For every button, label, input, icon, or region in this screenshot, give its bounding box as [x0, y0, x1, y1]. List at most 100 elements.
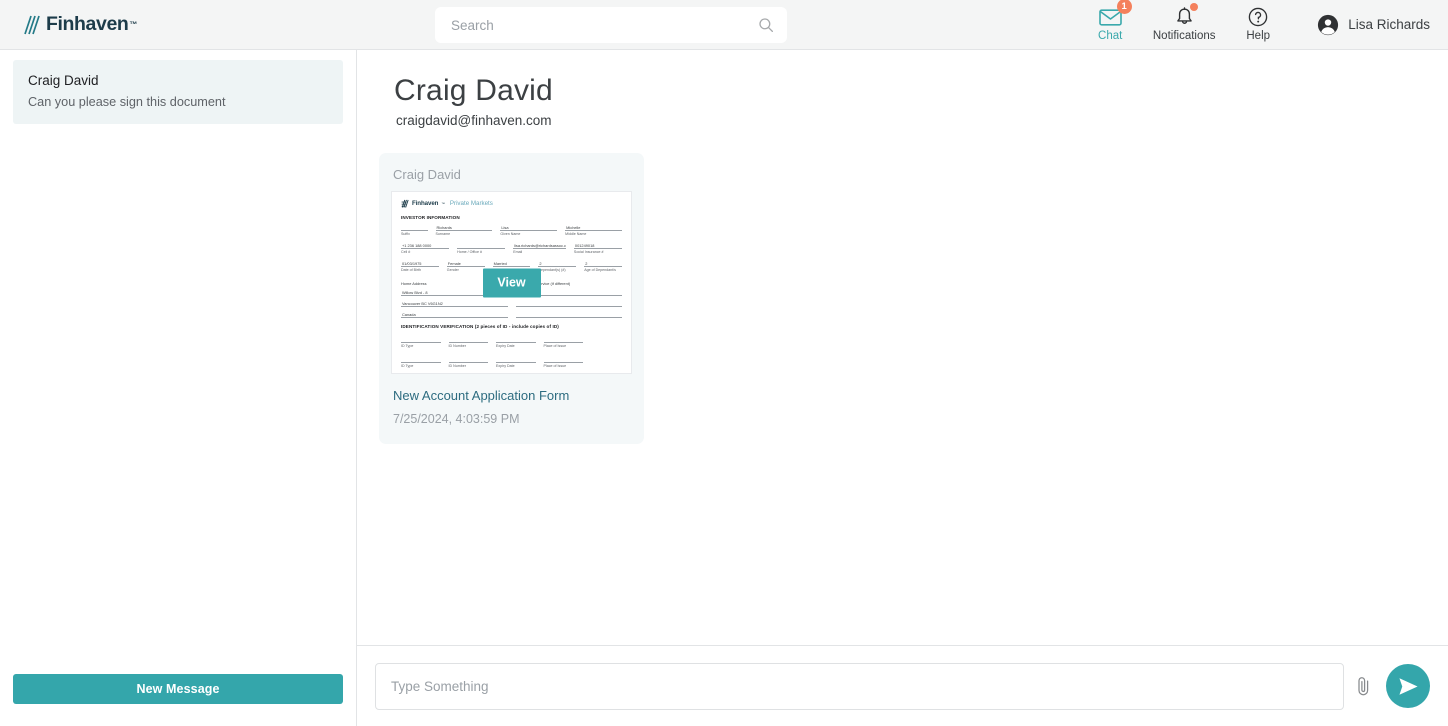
document-field-label: Surname	[435, 232, 451, 236]
page-title: Craig David	[394, 74, 553, 107]
brand-trademark: ™	[129, 20, 138, 29]
document-field: Canada	[401, 312, 508, 318]
document-field-value	[543, 337, 584, 343]
document-field-value	[515, 312, 622, 318]
list-item[interactable]: Craig David Can you please sign this doc…	[13, 60, 343, 125]
document-field: Richards Surname	[435, 225, 493, 236]
document-field-label: Given Name	[500, 232, 521, 236]
document-field: +1 236 188 0000 Cell #	[401, 243, 450, 254]
document-field-label: Home / Office #	[457, 250, 482, 254]
search-bar[interactable]	[435, 7, 787, 43]
brand-name: Finhaven	[46, 13, 129, 35]
document-address-row: Vancouver BC V6G1N2	[401, 301, 622, 307]
document-field: 01/03/1975 Date of Birth	[401, 261, 439, 272]
search-icon[interactable]	[757, 16, 775, 34]
document-field-row: +1 236 188 0000 Cell # Home / Office # l…	[401, 243, 623, 254]
document-field-value: 2	[538, 261, 577, 267]
document-field-label: Date of Birth	[401, 268, 421, 272]
question-circle-icon	[1248, 7, 1268, 27]
message-sender: Craig David	[393, 167, 461, 182]
document-brand: Finhaven ™ Private Markets	[401, 199, 622, 208]
message-composer	[357, 645, 1448, 726]
document-field-value	[457, 243, 506, 249]
document-field-value	[448, 357, 489, 363]
brand-logo[interactable]: Finhaven ™	[0, 0, 137, 49]
document-section-id: IDENTIFICATION VERIFICATION (2 pieces of…	[401, 324, 559, 329]
document-field-value: +1 236 188 0000	[401, 243, 450, 249]
app-header: Finhaven™ 1 Chat	[0, 0, 1448, 50]
message-input[interactable]	[375, 662, 1344, 710]
user-menu[interactable]: Lisa Richards	[1317, 14, 1430, 36]
document-field: ID Type	[401, 357, 441, 368]
contact-email: craigdavid@finhaven.com	[396, 113, 552, 128]
document-brand-tm: ™	[441, 201, 445, 206]
document-field-value: 01/03/1975	[401, 261, 439, 267]
document-field-label: Age of Dependant/s	[584, 268, 616, 272]
message-thread: Craig David craigdavid@finhaven.com Crai…	[357, 50, 1448, 645]
notifications-badge-dot	[1189, 3, 1198, 12]
document-field: 001249018 Social Insurance #	[573, 243, 623, 254]
new-message-button[interactable]: New Message	[13, 674, 343, 704]
attachment-timestamp: 7/25/2024, 4:03:59 PM	[393, 412, 520, 426]
help-icon-wrap	[1248, 6, 1268, 28]
send-icon	[1398, 677, 1418, 695]
document-field: Place of Issue	[543, 337, 584, 348]
conversation-list: Craig David Can you please sign this doc…	[0, 50, 356, 674]
header-actions: 1 Chat Notifications Help Lisa Richards	[1073, 0, 1448, 49]
document-field-value: Michelle	[565, 225, 622, 231]
user-name: Lisa Richards	[1348, 17, 1430, 32]
document-field-label: ID Number	[448, 344, 466, 348]
document-field: ID Type	[401, 337, 441, 348]
account-circle-icon	[1318, 14, 1339, 35]
document-field-value: 001249018	[573, 243, 623, 249]
attachment-title[interactable]: New Account Application Form	[379, 374, 644, 403]
send-message-button[interactable]	[1386, 664, 1430, 708]
document-field-label: Expiry Date	[496, 364, 515, 368]
nav-help[interactable]: Help	[1221, 0, 1295, 50]
document-field: 2 Dependant(s) (#)	[538, 261, 577, 272]
document-field-value: Lisa	[500, 225, 558, 231]
document-field-value	[401, 337, 441, 343]
document-field: lisa.richards@richardsassoc.c Email	[513, 243, 566, 254]
document-field-value	[496, 357, 536, 363]
attach-file-button[interactable]	[1344, 666, 1382, 706]
document-field-value: Female	[446, 261, 485, 267]
conversation-panel: Craig David craigdavid@finhaven.com Crai…	[357, 50, 1448, 726]
chat-badge: 1	[1116, 0, 1132, 15]
chat-icon-wrap: 1	[1098, 0, 1132, 28]
document-brand-name: Finhaven	[412, 200, 439, 207]
document-field-value: Richards	[435, 225, 493, 231]
nav-chat-label: Chat	[1098, 30, 1123, 43]
document-field-value: lisa.richards@richardsassoc.c	[513, 243, 566, 249]
document-field-label: Place of Issue	[543, 364, 567, 368]
document-field-value	[515, 301, 622, 307]
nav-help-label: Help	[1246, 30, 1271, 43]
document-field-label: Social Insurance #	[573, 250, 604, 254]
view-document-button[interactable]: View	[482, 268, 541, 297]
document-field-value	[401, 357, 441, 363]
search-box	[435, 7, 787, 43]
document-field-label: ID Type	[401, 344, 414, 348]
message-card: Craig David Finhaven ™ Private Markets I…	[379, 153, 644, 444]
document-field: Expiry Date	[496, 357, 536, 368]
document-field-label: Suffix	[401, 232, 410, 236]
document-field: Suffix	[401, 225, 428, 236]
document-field	[515, 301, 622, 307]
document-section-investor: INVESTOR INFORMATION	[401, 215, 460, 220]
document-thumbnail[interactable]: Finhaven ™ Private Markets INVESTOR INFOR…	[391, 191, 632, 374]
paperclip-icon	[1357, 676, 1368, 695]
app-body: Craig David Can you please sign this doc…	[0, 50, 1448, 726]
nav-notifications-label: Notifications	[1152, 30, 1216, 43]
document-field-label: Gender	[446, 268, 459, 272]
document-field-label: Dependant(s) (#)	[538, 268, 566, 272]
document-field-value	[448, 337, 489, 343]
nav-notifications[interactable]: Notifications	[1147, 0, 1221, 50]
search-input[interactable]	[451, 17, 757, 33]
document-field: Michelle Middle Name	[565, 225, 622, 236]
document-field: 2 Age of Dependant/s	[584, 261, 622, 272]
document-field: Home / Office #	[457, 243, 506, 254]
document-field-value: Canada	[401, 312, 508, 318]
conversation-name: Craig David	[28, 73, 99, 88]
document-field: Expiry Date	[496, 337, 536, 348]
nav-chat[interactable]: 1 Chat	[1073, 0, 1147, 50]
